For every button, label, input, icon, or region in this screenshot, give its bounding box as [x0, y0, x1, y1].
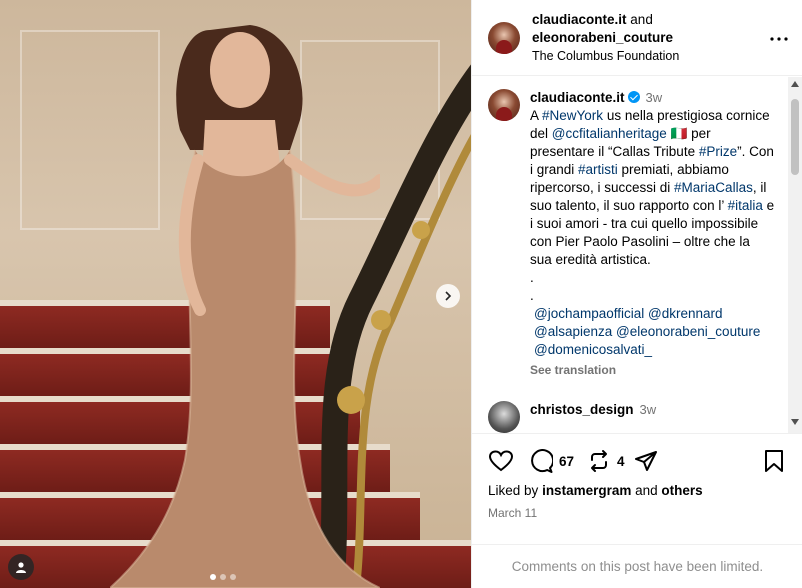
- next-image-button[interactable]: [436, 284, 460, 308]
- caption-link[interactable]: #artisti: [578, 162, 618, 177]
- share-icon: [634, 451, 657, 471]
- liked-by-and: and: [635, 483, 658, 498]
- liked-by: Liked by instamergram and others: [488, 483, 787, 498]
- more-options-button[interactable]: [770, 26, 788, 44]
- caption-link[interactable]: #MariaCallas: [674, 180, 753, 195]
- caption-mentions: @jochampaofficial @dkrennard @alsapienza…: [530, 305, 775, 359]
- comments-scrollbar[interactable]: [788, 77, 802, 433]
- caption-dot: .: [530, 270, 534, 285]
- scroll-up-arrow-icon[interactable]: [791, 81, 799, 87]
- see-translation-button[interactable]: See translation: [530, 361, 775, 379]
- comment-item: christos_design 3w: [488, 401, 777, 433]
- liked-by-user[interactable]: instamergram: [542, 483, 631, 498]
- repost-icon: [591, 450, 608, 472]
- save-button[interactable]: [761, 448, 787, 474]
- shares-count: 4: [617, 453, 625, 469]
- scroll-down-arrow-icon[interactable]: [791, 419, 799, 425]
- caption-link[interactable]: @ccfitalianheritage: [552, 126, 667, 141]
- heart-icon: [489, 450, 513, 472]
- post-details-panel: claudiaconte.it and eleonorabeni_couture…: [471, 0, 802, 588]
- comments-limited-notice: Comments on this post have been limited.: [472, 544, 802, 588]
- woman-in-sequin-gown: [110, 25, 380, 588]
- caption-dot: .: [530, 288, 534, 303]
- post-actions: 67 4 Liked by instamergram and others Ma…: [472, 433, 802, 520]
- caption-username[interactable]: claudiaconte.it: [530, 90, 625, 105]
- author-username[interactable]: claudiaconte.it: [532, 12, 627, 27]
- verified-badge-icon: [627, 91, 640, 103]
- caption: claudiaconte.it 3w A #NewYork us nella pr…: [488, 89, 777, 379]
- comments-list[interactable]: claudiaconte.it 3w A #NewYork us nella pr…: [472, 77, 789, 433]
- carousel-dot: [210, 574, 216, 580]
- and-text: and: [630, 11, 653, 27]
- liked-by-prefix: Liked by: [488, 483, 539, 498]
- mention-link[interactable]: @domenicosalvati_: [534, 342, 652, 357]
- comments-count: 67: [559, 453, 575, 469]
- comment-button[interactable]: [528, 448, 554, 474]
- scrollbar-thumb[interactable]: [791, 99, 799, 175]
- caption-avatar[interactable]: [488, 89, 520, 121]
- caption-link[interactable]: #Prize: [699, 144, 737, 159]
- like-button[interactable]: [488, 448, 514, 474]
- liked-by-others[interactable]: others: [661, 483, 702, 498]
- caption-text-segment: A: [530, 108, 543, 123]
- collaborator-username[interactable]: eleonorabeni_couture: [532, 30, 673, 45]
- user-tag-button[interactable]: [8, 554, 34, 580]
- carousel-indicator: [210, 574, 236, 580]
- bookmark-icon: [765, 450, 783, 472]
- post-media[interactable]: [0, 0, 471, 588]
- share-button[interactable]: [633, 448, 659, 474]
- post-header: claudiaconte.it and eleonorabeni_couture…: [472, 0, 802, 76]
- commenter-avatar[interactable]: [488, 401, 520, 433]
- post-location[interactable]: The Columbus Foundation: [532, 47, 679, 65]
- mention-link[interactable]: @alsapienza: [534, 324, 612, 339]
- commenter-username[interactable]: christos_design: [530, 402, 634, 417]
- caption-time[interactable]: 3w: [646, 90, 663, 105]
- mention-link[interactable]: @eleonorabeni_couture: [616, 324, 760, 339]
- author-avatar[interactable]: [488, 21, 520, 54]
- more-options-icon: [770, 37, 788, 41]
- mention-link[interactable]: @jochampaofficial: [534, 306, 644, 321]
- caption-link[interactable]: #italia: [728, 198, 763, 213]
- caption-text: A #NewYork us nella prestigiosa cornice …: [530, 107, 775, 269]
- mention-link[interactable]: @dkrennard: [648, 306, 723, 321]
- comment-icon: [531, 449, 553, 473]
- repost-button[interactable]: [586, 448, 612, 474]
- next-arrow-icon: [445, 291, 452, 301]
- carousel-dot: [220, 574, 226, 580]
- carousel-dot: [230, 574, 236, 580]
- user-tag-icon: [16, 562, 26, 573]
- post-date[interactable]: March 11: [488, 506, 787, 520]
- comment-time[interactable]: 3w: [640, 402, 657, 417]
- caption-link[interactable]: #NewYork: [542, 108, 603, 123]
